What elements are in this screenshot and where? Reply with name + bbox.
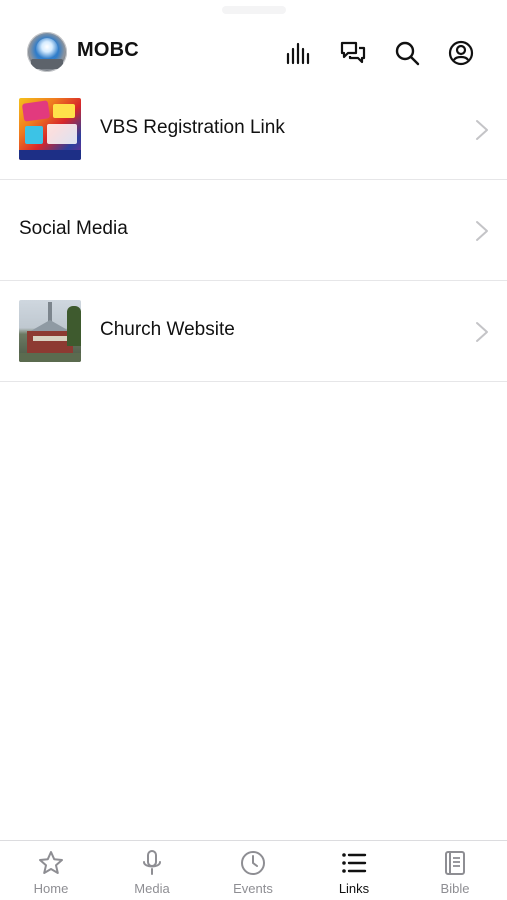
search-icon[interactable] [393,39,421,67]
link-row-church-website[interactable]: Church Website [0,281,507,382]
status-indicator [222,6,286,14]
audio-bars-icon[interactable] [284,39,312,67]
church-building-thumbnail [19,300,81,362]
logo-base [31,59,63,69]
chevron-right-icon [476,221,488,241]
links-screen: MOBC VBS Registration Link Social Media … [0,0,507,900]
link-row-social-media[interactable]: Social Media [0,180,507,281]
church-logo-avatar[interactable] [27,32,67,72]
clock-icon [241,851,265,875]
app-title: MOBC [77,39,139,61]
star-icon [39,851,63,874]
chevron-right-icon [476,322,488,342]
tab-label: Events [233,881,273,896]
account-icon[interactable] [447,39,475,67]
link-label: VBS Registration Link [100,117,285,138]
tab-home[interactable]: Home [6,849,96,900]
tab-links[interactable]: Links [309,849,399,900]
link-row-vbs-registration[interactable]: VBS Registration Link [0,79,507,180]
tab-label: Home [33,881,69,896]
tab-bible[interactable]: Bible [410,849,500,900]
book-icon [445,851,465,875]
bottom-tab-bar: Home Media Events Links Bible [0,840,507,900]
tab-events[interactable]: Events [208,849,298,900]
tab-media[interactable]: Media [107,849,197,900]
list-icon [342,853,367,873]
chat-icon[interactable] [339,39,367,67]
microphone-icon [143,850,161,875]
logo-globe [36,38,58,60]
links-list: VBS Registration Link Social Media Churc… [0,79,507,382]
vbs-flyer-thumbnail [19,98,81,160]
app-header: MOBC [0,22,507,82]
chevron-right-icon [476,120,488,140]
tab-label: Media [134,881,170,896]
link-label: Social Media [19,218,128,239]
link-label: Church Website [100,319,235,340]
tab-label: Bible [440,881,470,896]
tab-label: Links [338,881,370,896]
